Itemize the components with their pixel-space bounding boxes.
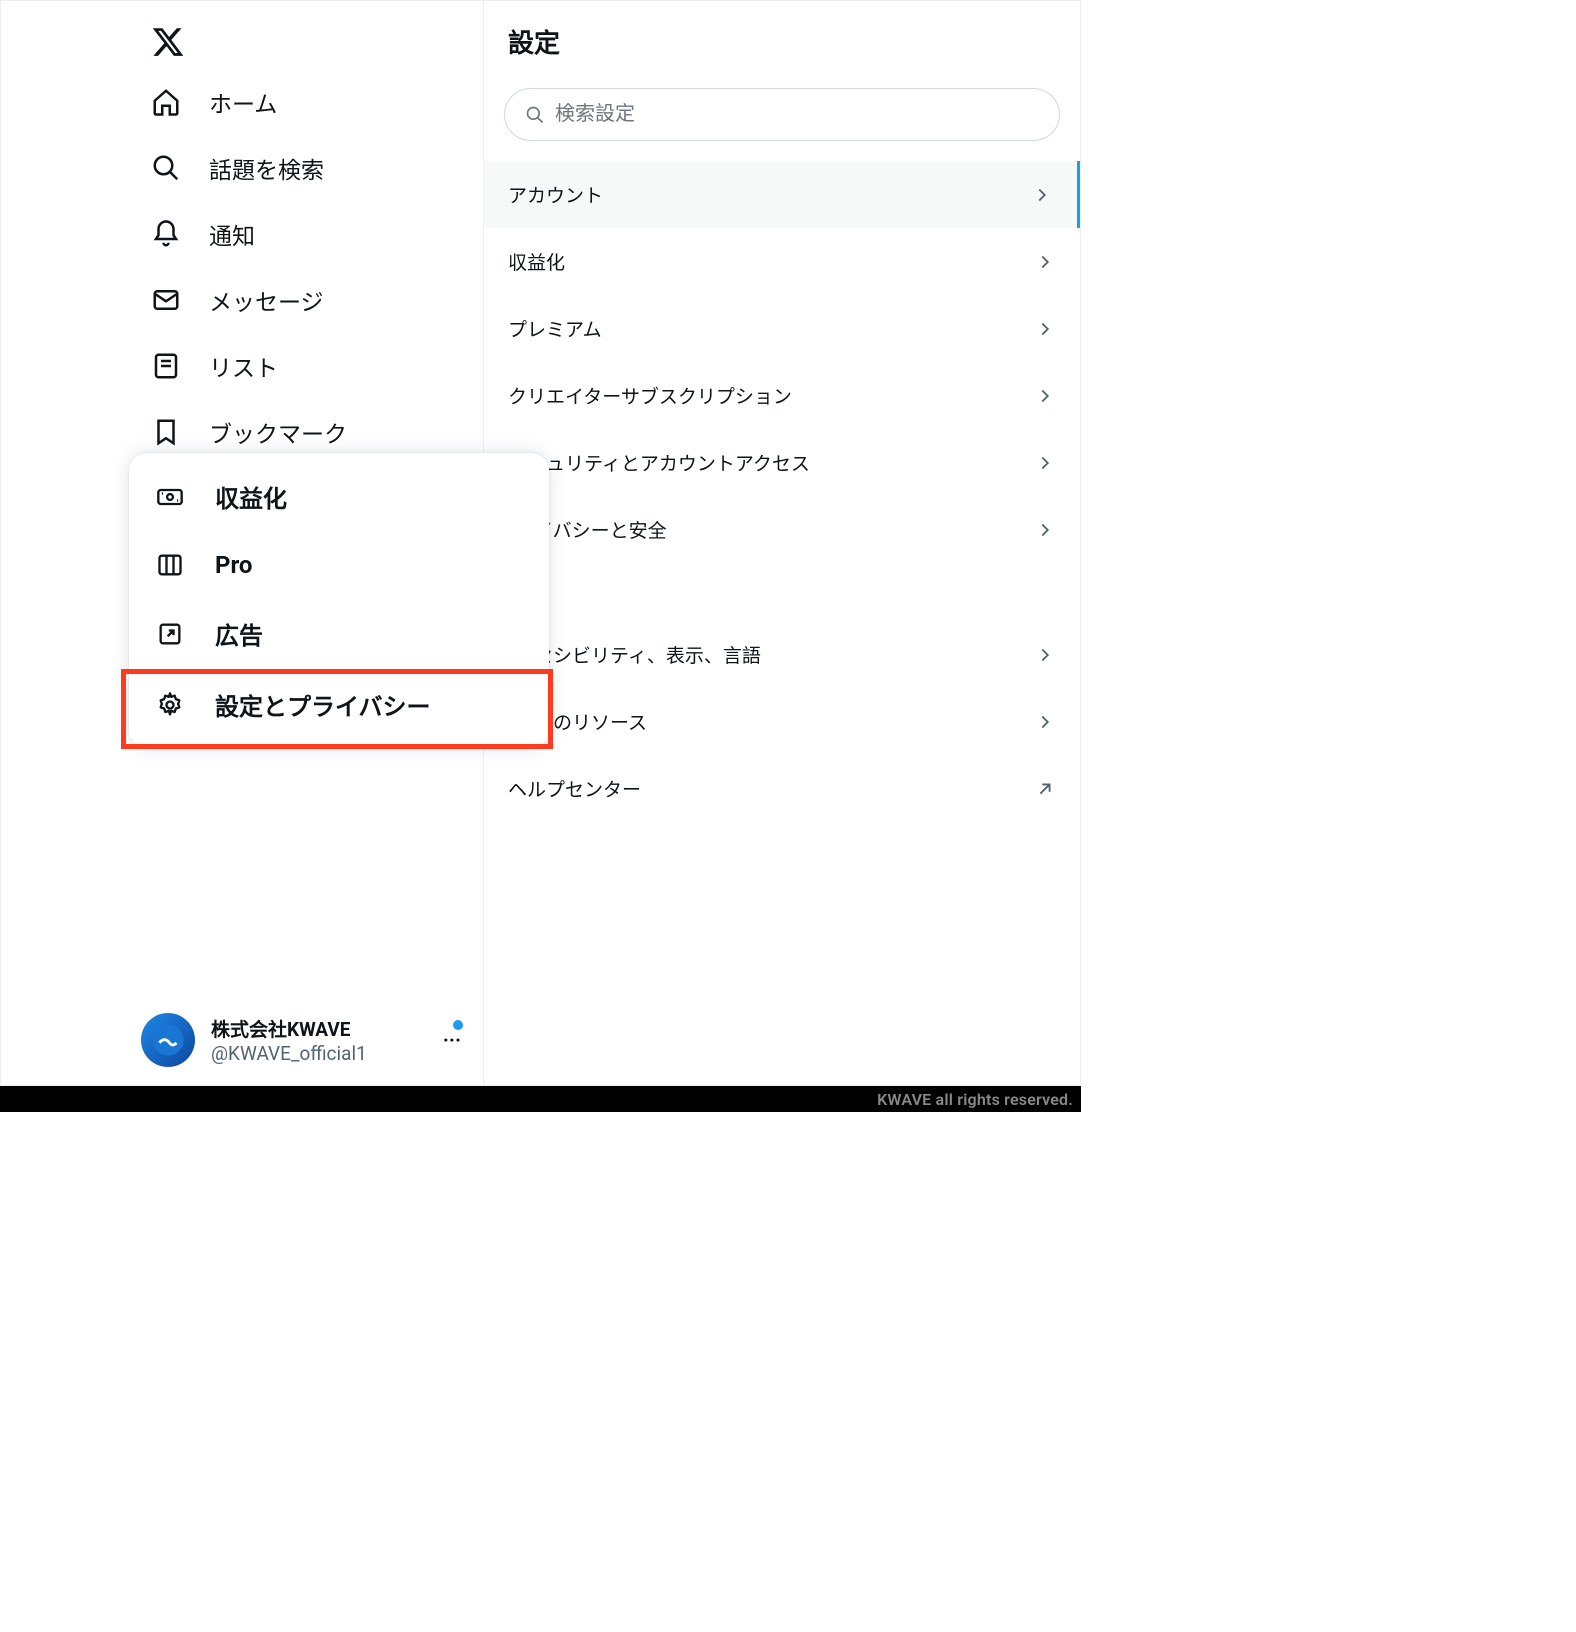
- settings-security[interactable]: セキュリティとアカウントアクセス: [484, 429, 1080, 496]
- settings-label: ヘルプセンター: [508, 775, 641, 802]
- more-icon[interactable]: ···: [443, 1028, 461, 1052]
- nav-explore[interactable]: 話題を検索: [141, 135, 483, 201]
- settings-label: 収益化: [508, 248, 565, 275]
- popup-monetization[interactable]: 収益化: [129, 461, 549, 532]
- nav-home[interactable]: ホーム: [141, 69, 483, 135]
- chevron-right-icon: [1034, 318, 1056, 340]
- popup-ads[interactable]: 広告: [129, 598, 549, 669]
- account-text: 株式会社KWAVE @KWAVE_official1: [211, 1015, 427, 1065]
- chevron-right-icon: [1034, 385, 1056, 407]
- popup-label: 設定とプライバシー: [215, 687, 431, 722]
- chevron-right-icon: [1034, 452, 1056, 474]
- settings-panel: 設定 アカウント 収益化 プレミアム: [484, 1, 1080, 1085]
- search-input[interactable]: [555, 103, 1039, 126]
- settings-label: アカウント: [508, 181, 603, 208]
- popup-label: 広告: [215, 616, 263, 651]
- search-icon: [525, 105, 545, 125]
- settings-help-center[interactable]: ヘルプセンター: [484, 755, 1080, 822]
- settings-accessibility[interactable]: セシビリティ、表示、言語: [484, 621, 1080, 688]
- settings-label: イバシーと安全: [534, 516, 667, 543]
- search-icon: [151, 153, 181, 183]
- chevron-right-icon: [1034, 251, 1056, 273]
- account-handle: @KWAVE_official1: [211, 1042, 427, 1065]
- nav-label: リスト: [209, 349, 278, 383]
- nav-label: 通知: [209, 217, 255, 251]
- settings-label: プレミアム: [508, 315, 602, 342]
- bookmark-icon: [151, 417, 181, 447]
- popup-label: 収益化: [215, 479, 287, 514]
- home-icon: [151, 87, 181, 117]
- settings-privacy-safety[interactable]: イバシーと安全: [484, 496, 1080, 563]
- settings-account[interactable]: アカウント: [484, 161, 1080, 228]
- more-popup: 収益化 Pro 広告 設定とプライバシー: [129, 453, 549, 748]
- popup-label: Pro: [215, 551, 252, 579]
- settings-label: クリエイターサブスクリプション: [508, 382, 792, 409]
- mail-icon: [151, 285, 181, 315]
- x-logo[interactable]: [1, 11, 483, 69]
- nav-lists[interactable]: リスト: [141, 333, 483, 399]
- settings-label: セキュリティとアカウントアクセス: [508, 449, 810, 476]
- list-icon: [151, 351, 181, 381]
- footer-copyright: KWAVE all rights reserved.: [0, 1086, 1081, 1112]
- settings-creator-subs[interactable]: クリエイターサブスクリプション: [484, 362, 1080, 429]
- settings-premium[interactable]: プレミアム: [484, 295, 1080, 362]
- settings-monetization[interactable]: 収益化: [484, 228, 1080, 295]
- account-switcher[interactable]: 株式会社KWAVE @KWAVE_official1 ···: [141, 1013, 461, 1067]
- settings-label: 他のリソース: [534, 708, 647, 735]
- nav-label: 話題を検索: [209, 151, 324, 185]
- popup-pro[interactable]: Pro: [129, 532, 549, 598]
- chevron-right-icon: [1031, 184, 1053, 206]
- settings-list: アカウント 収益化 プレミアム クリエイターサブスクリプション セキュリティとア…: [484, 161, 1080, 822]
- settings-label: セシビリティ、表示、言語: [534, 641, 761, 668]
- page-title: 設定: [484, 1, 1080, 88]
- chevron-right-icon: [1034, 711, 1056, 733]
- popup-settings-privacy[interactable]: 設定とプライバシー: [129, 669, 549, 740]
- nav-messages[interactable]: メッセージ: [141, 267, 483, 333]
- bell-icon: [151, 219, 181, 249]
- money-icon: [155, 482, 185, 512]
- external-link-icon: [1034, 778, 1056, 800]
- nav-label: メッセージ: [209, 283, 324, 317]
- chevron-right-icon: [1034, 644, 1056, 666]
- avatar: [141, 1013, 195, 1067]
- nav-label: ブックマーク: [209, 415, 347, 449]
- account-name: 株式会社KWAVE: [211, 1015, 427, 1042]
- external-icon: [155, 619, 185, 649]
- chevron-right-icon: [1034, 519, 1056, 541]
- nav-notifications[interactable]: 通知: [141, 201, 483, 267]
- columns-icon: [155, 550, 185, 580]
- search-settings[interactable]: [504, 88, 1060, 141]
- settings-other-resources[interactable]: 他のリソース: [484, 688, 1080, 755]
- gear-icon: [155, 690, 185, 720]
- nav-label: ホーム: [209, 85, 277, 119]
- sidebar: ホーム 話題を検索 通知 メッセージ リスト: [1, 1, 484, 1085]
